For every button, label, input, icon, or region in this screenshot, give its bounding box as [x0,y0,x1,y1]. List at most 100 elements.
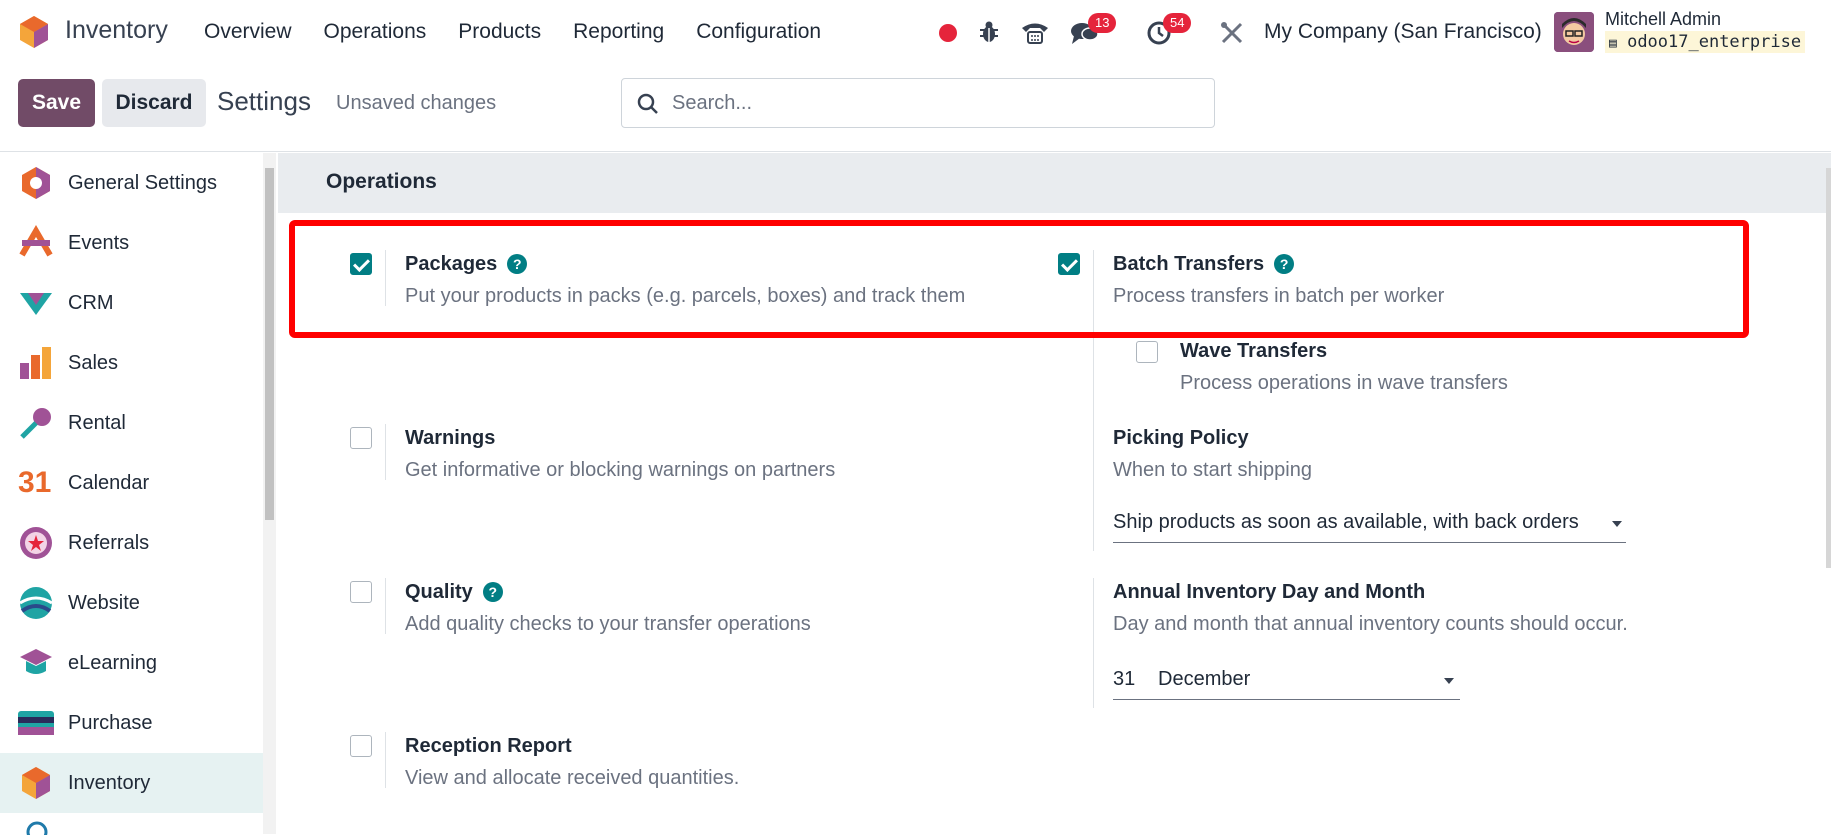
warnings-title: Warnings [405,427,496,449]
referrals-icon [20,527,52,559]
sidebar-item-label: General Settings [68,171,217,194]
annual-day-value: 31 [1113,668,1136,690]
sidebar-item-events[interactable]: Events [0,213,263,273]
top-navbar: Inventory Overview Operations Products R… [0,0,1831,66]
picking-policy-desc: When to start shipping [1113,459,1312,481]
messages-badge: 13 [1088,13,1117,33]
phone-icon[interactable] [1020,19,1050,45]
annual-month-value: December [1158,668,1251,690]
main-menu: Overview Operations Products Reporting C… [204,20,853,44]
warnings-checkbox[interactable] [350,427,372,449]
sidebar-item-calendar[interactable]: 31 Calendar [0,453,263,513]
search-box[interactable] [621,78,1215,128]
sidebar-item-label: Website [68,591,140,614]
record-icon[interactable] [938,23,958,43]
general-settings-icon [22,167,50,199]
quality-desc: Add quality checks to your transfer oper… [405,613,811,635]
search-icon [637,93,658,114]
user-avatar[interactable] [1554,12,1594,52]
company-switcher[interactable]: My Company (San Francisco) [1264,20,1542,44]
settings-sidebar: General Settings Events CRM Sales Rental… [0,153,263,835]
database-icon: ▤ [1609,36,1617,51]
wave-transfers-title: Wave Transfers [1180,340,1328,362]
highlight-box [289,220,1749,338]
annual-field-underline [1113,699,1460,700]
events-icon [19,225,53,257]
inventory-icon [22,767,50,799]
sidebar-item-label: Inventory [68,771,151,794]
menu-products[interactable]: Products [458,20,541,44]
divider [385,424,386,480]
tools-icon[interactable] [1219,20,1245,46]
divider [385,578,386,634]
divider [1093,578,1094,708]
help-icon[interactable]: ? [482,582,503,602]
divider [385,732,386,788]
annual-month-select[interactable]: December [1158,668,1460,700]
sidebar-item-label: Sales [68,351,119,374]
sidebar-item-referrals[interactable]: Referrals [0,513,263,573]
menu-overview[interactable]: Overview [204,20,292,44]
unsaved-status: Unsaved changes [336,92,497,114]
sidebar-item-label: Calendar [68,471,150,494]
activities-badge: 54 [1163,13,1192,33]
database-tag: ▤ odoo17_enterprise [1605,31,1806,53]
sidebar-item-website[interactable]: Website [0,573,263,633]
next-app-icon [26,821,48,835]
section-title: Operations [326,170,437,193]
discard-button[interactable]: Discard [102,79,206,127]
sidebar-item-label: Purchase [68,711,153,734]
app-name[interactable]: Inventory [65,16,168,45]
page-title: Settings [217,86,311,116]
database-name: odoo17_enterprise [1627,32,1802,52]
website-icon [19,587,53,619]
sidebar-item-label: Rental [68,411,126,434]
crm-icon [20,293,52,315]
sidebar-item-label: eLearning [68,651,157,674]
menu-operations[interactable]: Operations [324,20,427,44]
main-scrollbar[interactable] [1826,168,1831,568]
calendar-icon: 31 [18,466,52,499]
sidebar-item-rental[interactable]: Rental [0,393,263,453]
bug-icon[interactable] [978,20,1000,44]
elearning-cap-icon [20,649,52,674]
sidebar-item-purchase[interactable]: Purchase [0,693,263,753]
sales-icon [20,347,51,379]
purchase-card-icon [18,711,54,735]
quality-title: Quality? [405,581,503,604]
sidebar-item-general-settings[interactable]: General Settings [0,153,263,213]
rental-key-icon [20,408,51,439]
menu-configuration[interactable]: Configuration [696,20,821,44]
menu-reporting[interactable]: Reporting [573,20,664,44]
wave-transfers-desc: Process operations in wave transfers [1180,372,1508,394]
search-input[interactable] [670,89,1190,117]
warnings-desc: Get informative or blocking warnings on … [405,459,836,481]
sidebar-item-inventory[interactable]: Inventory [0,753,263,813]
picking-policy-value: Ship products as soon as available, with… [1113,511,1579,533]
wave-transfers-checkbox[interactable] [1136,341,1158,363]
sidebar-item-sales[interactable]: Sales [0,333,263,393]
chevron-down-icon [1612,521,1622,527]
reception-report-checkbox[interactable] [350,735,372,757]
sidebar-item-label: CRM [68,291,114,314]
reception-report-desc: View and allocate received quantities. [405,767,740,789]
reception-report-title: Reception Report [405,735,572,757]
sidebar-scrollbar-thumb[interactable] [265,168,274,520]
annual-inventory-desc: Day and month that annual inventory coun… [1113,613,1628,635]
picking-policy-select[interactable]: Ship products as soon as available, with… [1113,511,1626,543]
picking-policy-title: Picking Policy [1113,427,1249,449]
sidebar-item-elearning[interactable]: eLearning [0,633,263,693]
save-button[interactable]: Save [18,79,95,127]
user-name[interactable]: Mitchell Admin [1605,9,1721,30]
quality-checkbox[interactable] [350,581,372,603]
section-header: Operations [278,153,1831,213]
annual-inventory-title: Annual Inventory Day and Month [1113,581,1426,603]
inventory-app-icon[interactable] [18,14,50,50]
sidebar-item-crm[interactable]: CRM [0,273,263,333]
annual-day-field[interactable]: 31 [1113,668,1151,700]
chevron-down-icon [1444,678,1454,684]
sidebar-item-label: Referrals [68,531,150,554]
quality-title-text: Quality [405,581,473,603]
control-panel: Save Discard Settings Unsaved changes [0,66,1831,152]
sidebar-item-label: Events [68,231,130,254]
